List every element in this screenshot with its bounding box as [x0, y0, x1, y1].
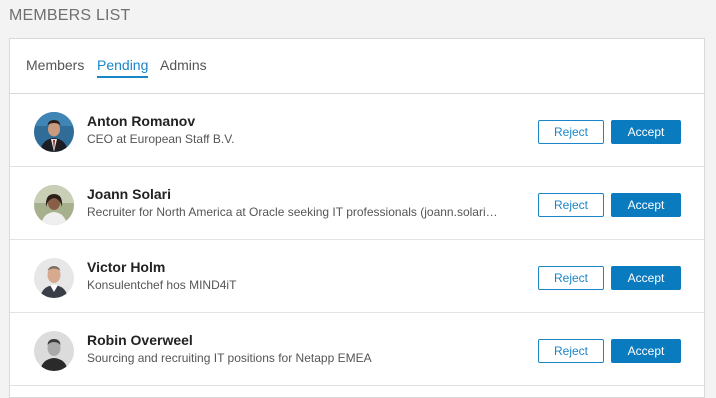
tab-members[interactable]: Members	[26, 57, 84, 76]
member-row: Robin Overweel Sourcing and recruiting I…	[10, 313, 704, 386]
avatar	[34, 331, 74, 371]
accept-button[interactable]: Accept	[611, 193, 681, 217]
avatar	[34, 112, 74, 152]
member-headline: Recruiter for North America at Oracle se…	[87, 205, 498, 219]
avatar	[34, 258, 74, 298]
accept-button[interactable]: Accept	[611, 339, 681, 363]
member-row: Joann Solari Recruiter for North America…	[10, 167, 704, 240]
tab-pending[interactable]: Pending	[97, 57, 149, 78]
member-name[interactable]: Anton Romanov	[87, 113, 195, 129]
member-row: Anton Romanov CEO at European Staff B.V.…	[10, 94, 704, 167]
tab-bar: Members Pending Admins	[10, 39, 704, 94]
tab-admins[interactable]: Admins	[160, 57, 207, 76]
member-row: Victor Holm Konsulentchef hos MIND4iT Re…	[10, 240, 704, 313]
member-name[interactable]: Joann Solari	[87, 186, 171, 202]
avatar	[34, 185, 74, 225]
member-headline: Sourcing and recruiting IT positions for…	[87, 351, 372, 365]
reject-button[interactable]: Reject	[538, 266, 604, 290]
reject-button[interactable]: Reject	[538, 339, 604, 363]
member-name[interactable]: Robin Overweel	[87, 332, 193, 348]
reject-button[interactable]: Reject	[538, 193, 604, 217]
member-headline: CEO at European Staff B.V.	[87, 132, 235, 146]
member-headline: Konsulentchef hos MIND4iT	[87, 278, 237, 292]
accept-button[interactable]: Accept	[611, 120, 681, 144]
accept-button[interactable]: Accept	[611, 266, 681, 290]
page-title: MEMBERS LIST	[9, 7, 131, 24]
member-name[interactable]: Victor Holm	[87, 259, 165, 275]
members-card: Members Pending Admins Anton Romanov CEO…	[9, 38, 705, 398]
reject-button[interactable]: Reject	[538, 120, 604, 144]
